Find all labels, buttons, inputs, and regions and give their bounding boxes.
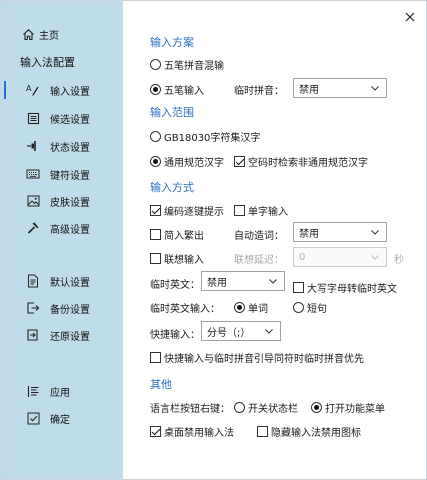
sidebar-item-label: 状态设置 <box>50 142 90 154</box>
sidebar-item-label: 默认设置 <box>50 277 90 289</box>
temp-english-label: 临时英文： <box>150 280 200 291</box>
quick-input-select[interactable]: 分号（;） <box>201 321 281 341</box>
apply-button[interactable]: 应用 <box>1 380 123 402</box>
radio-circle <box>234 402 245 413</box>
temp-english-input-label: 临时英文输入： <box>150 304 220 315</box>
chevron-down-icon <box>265 329 273 334</box>
sidebar-item-label: 还原设置 <box>50 331 90 343</box>
checkbox-single-char[interactable]: 单字输入 <box>234 203 288 218</box>
checkbox-box <box>150 352 161 363</box>
checkbox-association[interactable]: 联想输入 <box>150 251 204 266</box>
confirm-button[interactable]: 确定 <box>1 407 123 429</box>
checkbox-caps-temp-english[interactable]: 大写字母转临时英文 <box>293 280 397 295</box>
default-doc-icon <box>26 274 40 288</box>
apply-button-label: 应用 <box>50 387 70 399</box>
home-icon <box>21 27 35 41</box>
radio-gb18030[interactable]: GB18030字符集汉字 <box>150 129 260 144</box>
checkbox-simplified-traditional[interactable]: 简入繁出 <box>150 227 204 242</box>
radio-circle <box>293 302 304 313</box>
checkbox-desktop-disable[interactable]: 桌面禁用输入法 <box>150 424 234 439</box>
checkbox-space-search[interactable]: 空码时检索非通用规范汉字 <box>234 154 368 169</box>
sidebar-item-label: 输入设置 <box>50 86 90 98</box>
checkbox-hide-disable-icon[interactable]: 隐藏输入法禁用图标 <box>257 424 361 439</box>
radio-circle <box>311 402 322 413</box>
sidebar-item-default-settings[interactable]: 默认设置 <box>1 270 123 292</box>
checkbox-box <box>150 205 161 216</box>
sidebar-item-label: 键符设置 <box>50 170 90 182</box>
sidebar: 主页 输入法配置 A 输入设置 候选设置 状态设置 键符设置 皮肤设置 高级设置… <box>1 1 123 479</box>
sidebar-item-backup-settings[interactable]: 备份设置 <box>1 297 123 319</box>
checkbox-box <box>150 426 161 437</box>
chevron-down-icon <box>269 279 277 284</box>
radio-word[interactable]: 单词 <box>234 300 268 315</box>
checkbox-box <box>257 426 268 437</box>
checkbox-code-hint[interactable]: 编码逐键提示 <box>150 203 224 218</box>
radio-circle <box>150 84 161 95</box>
association-delay-unit: 秒 <box>394 255 404 266</box>
candidate-settings-icon <box>26 111 40 125</box>
restore-import-icon <box>26 328 40 342</box>
radio-circle <box>234 302 245 313</box>
sidebar-item-label: 主页 <box>39 30 59 42</box>
checkbox-box <box>234 156 245 167</box>
checkbox-box <box>234 205 245 216</box>
quick-input-label: 快捷输入： <box>150 330 200 341</box>
checkbox-box <box>293 282 304 293</box>
sidebar-item-label: 备份设置 <box>50 304 90 316</box>
sidebar-item-advanced-settings[interactable]: 高级设置 <box>1 217 123 239</box>
radio-circle <box>150 131 161 142</box>
radio-toggle-status-bar[interactable]: 开关状态栏 <box>234 400 298 415</box>
checkbox-box <box>150 229 161 240</box>
settings-content: 输入方案 五笔拼音混输 五笔输入 临时拼音： 禁用 输入范围 GB18030字符… <box>123 1 427 479</box>
sidebar-section-title: 输入法配置 <box>20 56 75 69</box>
temp-english-select[interactable]: 禁用 <box>201 271 285 291</box>
sidebar-item-keyboard-settings[interactable]: 键符设置 <box>1 163 123 185</box>
sidebar-item-home[interactable]: 主页 <box>1 23 123 45</box>
svg-text:A: A <box>26 84 32 93</box>
sidebar-item-label: 高级设置 <box>50 224 90 236</box>
sidebar-item-status-settings[interactable]: 状态设置 <box>1 135 123 157</box>
radio-open-function-menu[interactable]: 打开功能菜单 <box>311 400 385 415</box>
input-settings-icon: A <box>26 83 40 97</box>
group-title-scheme: 输入方案 <box>150 36 194 49</box>
chevron-down-icon <box>371 86 379 91</box>
group-title-range: 输入范围 <box>150 106 194 119</box>
checkbox-box <box>150 253 161 264</box>
sidebar-item-input-settings[interactable]: A 输入设置 <box>1 79 123 101</box>
group-title-method: 输入方式 <box>150 181 194 194</box>
confirm-button-label: 确定 <box>50 414 70 426</box>
sidebar-item-restore-settings[interactable]: 还原设置 <box>1 324 123 346</box>
sidebar-item-label: 候选设置 <box>50 114 90 126</box>
chevron-down-icon <box>371 255 379 260</box>
lang-bar-right-click-label: 语言栏按钮右键： <box>150 404 230 415</box>
auto-create-word-label: 自动造词： <box>234 231 284 242</box>
association-delay-select[interactable]: 0 <box>293 247 387 267</box>
temp-pinyin-label: 临时拼音： <box>234 86 284 97</box>
radio-phrase[interactable]: 短句 <box>293 300 327 315</box>
settings-window: 主页 输入法配置 A 输入设置 候选设置 状态设置 键符设置 皮肤设置 高级设置… <box>0 0 427 480</box>
radio-wubi-input[interactable]: 五笔输入 <box>150 82 204 97</box>
association-delay-label: 联想延迟： <box>234 255 284 266</box>
confirm-check-icon <box>26 411 40 425</box>
sidebar-item-skin-settings[interactable]: 皮肤设置 <box>1 190 123 212</box>
apply-list-icon <box>26 384 40 398</box>
status-settings-icon <box>26 139 40 153</box>
checkbox-quick-input-priority[interactable]: 快捷输入与临时拼音引导同符时临时拼音优先 <box>150 350 364 365</box>
group-title-other: 其他 <box>150 378 172 391</box>
chevron-down-icon <box>371 230 379 235</box>
temp-pinyin-select[interactable]: 禁用 <box>293 78 387 98</box>
skin-image-icon <box>26 194 40 208</box>
backup-export-icon <box>26 301 40 315</box>
radio-circle <box>150 156 161 167</box>
auto-create-word-select[interactable]: 禁用 <box>293 222 387 242</box>
radio-common-standard[interactable]: 通用规范汉字 <box>150 154 224 169</box>
radio-circle <box>150 59 161 70</box>
keyboard-icon <box>26 167 40 181</box>
sidebar-item-label: 皮肤设置 <box>50 197 90 209</box>
hammer-icon <box>26 221 40 235</box>
sidebar-item-candidate-settings[interactable]: 候选设置 <box>1 107 123 129</box>
radio-wubi-pinyin-mixed[interactable]: 五笔拼音混输 <box>150 57 224 72</box>
